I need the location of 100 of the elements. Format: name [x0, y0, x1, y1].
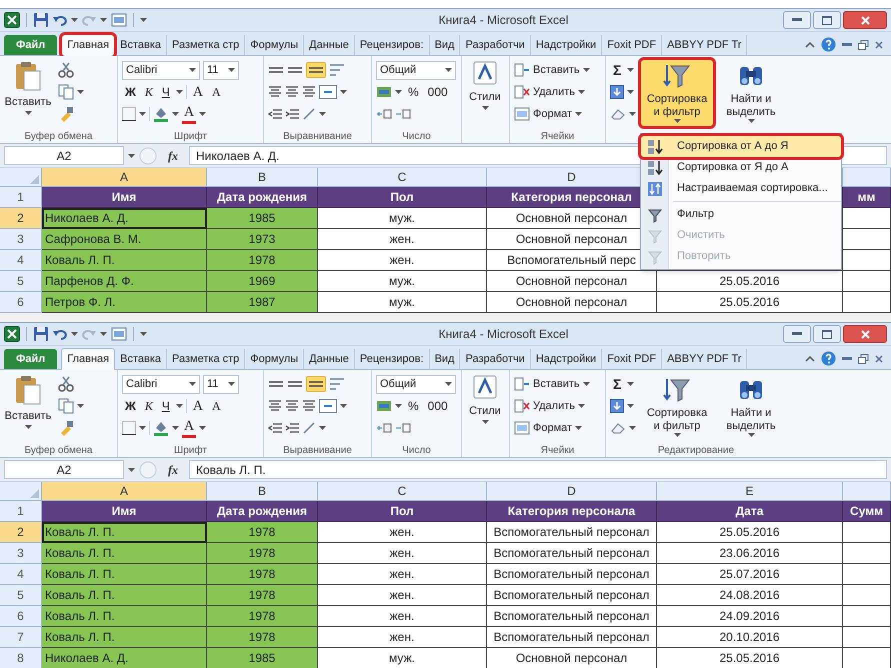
ribbon-tab[interactable]: Вид: [430, 35, 460, 55]
delete-cells-button[interactable]: Удалить: [514, 81, 590, 103]
align-right-icon[interactable]: [302, 86, 316, 98]
row-header[interactable]: 7: [0, 627, 42, 648]
close-button[interactable]: [843, 11, 887, 29]
styles-button[interactable]: Стили: [466, 59, 504, 110]
align-left-icon[interactable]: [268, 86, 282, 98]
fill-down-icon[interactable]: [610, 399, 624, 413]
column-header[interactable]: A: [42, 482, 207, 500]
autosum-button[interactable]: Σ: [610, 60, 624, 80]
cut-icon[interactable]: [58, 62, 74, 78]
row-header[interactable]: 4: [0, 250, 42, 271]
caret-icon[interactable]: [319, 426, 326, 430]
name-box[interactable]: A2: [4, 146, 124, 165]
name-box[interactable]: A2: [4, 460, 124, 479]
restore-icon[interactable]: [858, 354, 869, 364]
eraser-icon[interactable]: [610, 422, 626, 434]
italic-button[interactable]: К: [142, 82, 156, 102]
paste-button[interactable]: Вставить: [4, 59, 52, 125]
percent-button[interactable]: %: [405, 396, 422, 416]
grow-font-button[interactable]: A: [190, 82, 206, 102]
find-select-button[interactable]: Найти и выделить: [718, 59, 784, 127]
caret-icon[interactable]: [71, 18, 78, 22]
format-cells-button[interactable]: Формат: [514, 417, 590, 439]
caret-icon[interactable]: [128, 154, 135, 158]
ribbon-tab[interactable]: Разработчи: [460, 35, 531, 55]
minimize-button[interactable]: [783, 325, 811, 343]
minimize-button[interactable]: [783, 11, 811, 29]
autosum-button[interactable]: Σ: [610, 374, 624, 394]
fill-down-icon[interactable]: [610, 85, 624, 99]
caret-icon[interactable]: [139, 426, 146, 430]
collapse-ribbon-icon[interactable]: [805, 41, 815, 48]
row-header[interactable]: 1: [0, 187, 42, 208]
caret-icon[interactable]: [674, 119, 680, 123]
ribbon-tab[interactable]: ABBYY PDF Tr: [662, 35, 748, 55]
excel-logo-icon[interactable]: [4, 326, 20, 342]
copy-icon[interactable]: [58, 84, 74, 100]
caret-icon[interactable]: [77, 90, 84, 94]
save-icon[interactable]: [33, 326, 49, 342]
caret-icon[interactable]: [139, 112, 146, 116]
ribbon-tab[interactable]: Главная: [61, 34, 116, 56]
align-middle-icon[interactable]: [287, 381, 303, 387]
caret-icon[interactable]: [627, 90, 634, 94]
number-format-field[interactable]: Общий: [376, 60, 456, 80]
ribbon-tab[interactable]: Надстройки: [530, 35, 602, 55]
currency-icon[interactable]: [376, 85, 392, 99]
row-header[interactable]: 3: [0, 543, 42, 564]
caret-icon[interactable]: [71, 332, 78, 336]
ribbon-tab[interactable]: Разметка стр: [167, 349, 246, 369]
excel-logo-icon[interactable]: [4, 12, 20, 28]
caret-icon[interactable]: [77, 404, 84, 408]
caret-icon[interactable]: [482, 106, 488, 110]
column-header[interactable]: A: [42, 168, 207, 186]
thousands-button[interactable]: 000: [424, 396, 451, 416]
align-left-icon[interactable]: [268, 400, 282, 412]
paste-button[interactable]: Вставить: [4, 373, 52, 439]
caret-icon[interactable]: [482, 420, 488, 424]
caret-icon[interactable]: [140, 18, 147, 22]
ribbon-tab[interactable]: Рецензиров:: [354, 349, 430, 369]
caret-icon[interactable]: [445, 382, 452, 386]
caret-icon[interactable]: [395, 404, 402, 408]
shrink-font-button[interactable]: A: [208, 82, 224, 102]
column-header[interactable]: B: [207, 482, 318, 500]
cut-icon[interactable]: [58, 376, 74, 392]
caret-icon[interactable]: [24, 424, 32, 428]
ribbon-tab[interactable]: Вставка: [115, 349, 168, 369]
column-header[interactable]: E: [657, 482, 843, 500]
caret-icon[interactable]: [199, 426, 206, 430]
merge-cells-icon[interactable]: [319, 399, 337, 413]
decrease-indent-icon[interactable]: [268, 422, 282, 434]
fill-color-icon[interactable]: [153, 420, 169, 436]
caret-icon[interactable]: [24, 110, 32, 114]
ribbon-tab[interactable]: Разработчи: [460, 349, 531, 369]
caret-icon[interactable]: [629, 112, 636, 116]
align-bottom-button[interactable]: [306, 62, 326, 78]
caret-icon[interactable]: [319, 112, 326, 116]
print-preview-icon[interactable]: [111, 12, 127, 28]
font-color-button[interactable]: A: [182, 104, 196, 124]
ribbon-tab[interactable]: Вид: [430, 349, 460, 369]
caret-icon[interactable]: [172, 426, 179, 430]
currency-icon[interactable]: [376, 399, 392, 413]
caret-icon[interactable]: [128, 468, 135, 472]
row-header[interactable]: 6: [0, 606, 42, 627]
column-header[interactable]: C: [318, 168, 487, 186]
copy-icon[interactable]: [58, 398, 74, 414]
help-icon[interactable]: [821, 37, 836, 52]
underline-button[interactable]: Ч: [158, 82, 173, 102]
caret-icon[interactable]: [445, 68, 452, 72]
minimize-icon[interactable]: [842, 42, 852, 46]
row-header[interactable]: 3: [0, 229, 42, 250]
caret-icon[interactable]: [627, 382, 634, 386]
caret-icon[interactable]: [627, 404, 634, 408]
ribbon-tab[interactable]: Главная: [61, 348, 116, 370]
caret-icon[interactable]: [575, 112, 582, 116]
print-preview-icon[interactable]: [111, 326, 127, 342]
caret-icon[interactable]: [748, 119, 754, 123]
font-color-button[interactable]: A: [182, 418, 196, 438]
collapse-ribbon-icon[interactable]: [805, 355, 815, 362]
caret-icon[interactable]: [140, 332, 147, 336]
wrap-text-icon[interactable]: [329, 378, 345, 390]
